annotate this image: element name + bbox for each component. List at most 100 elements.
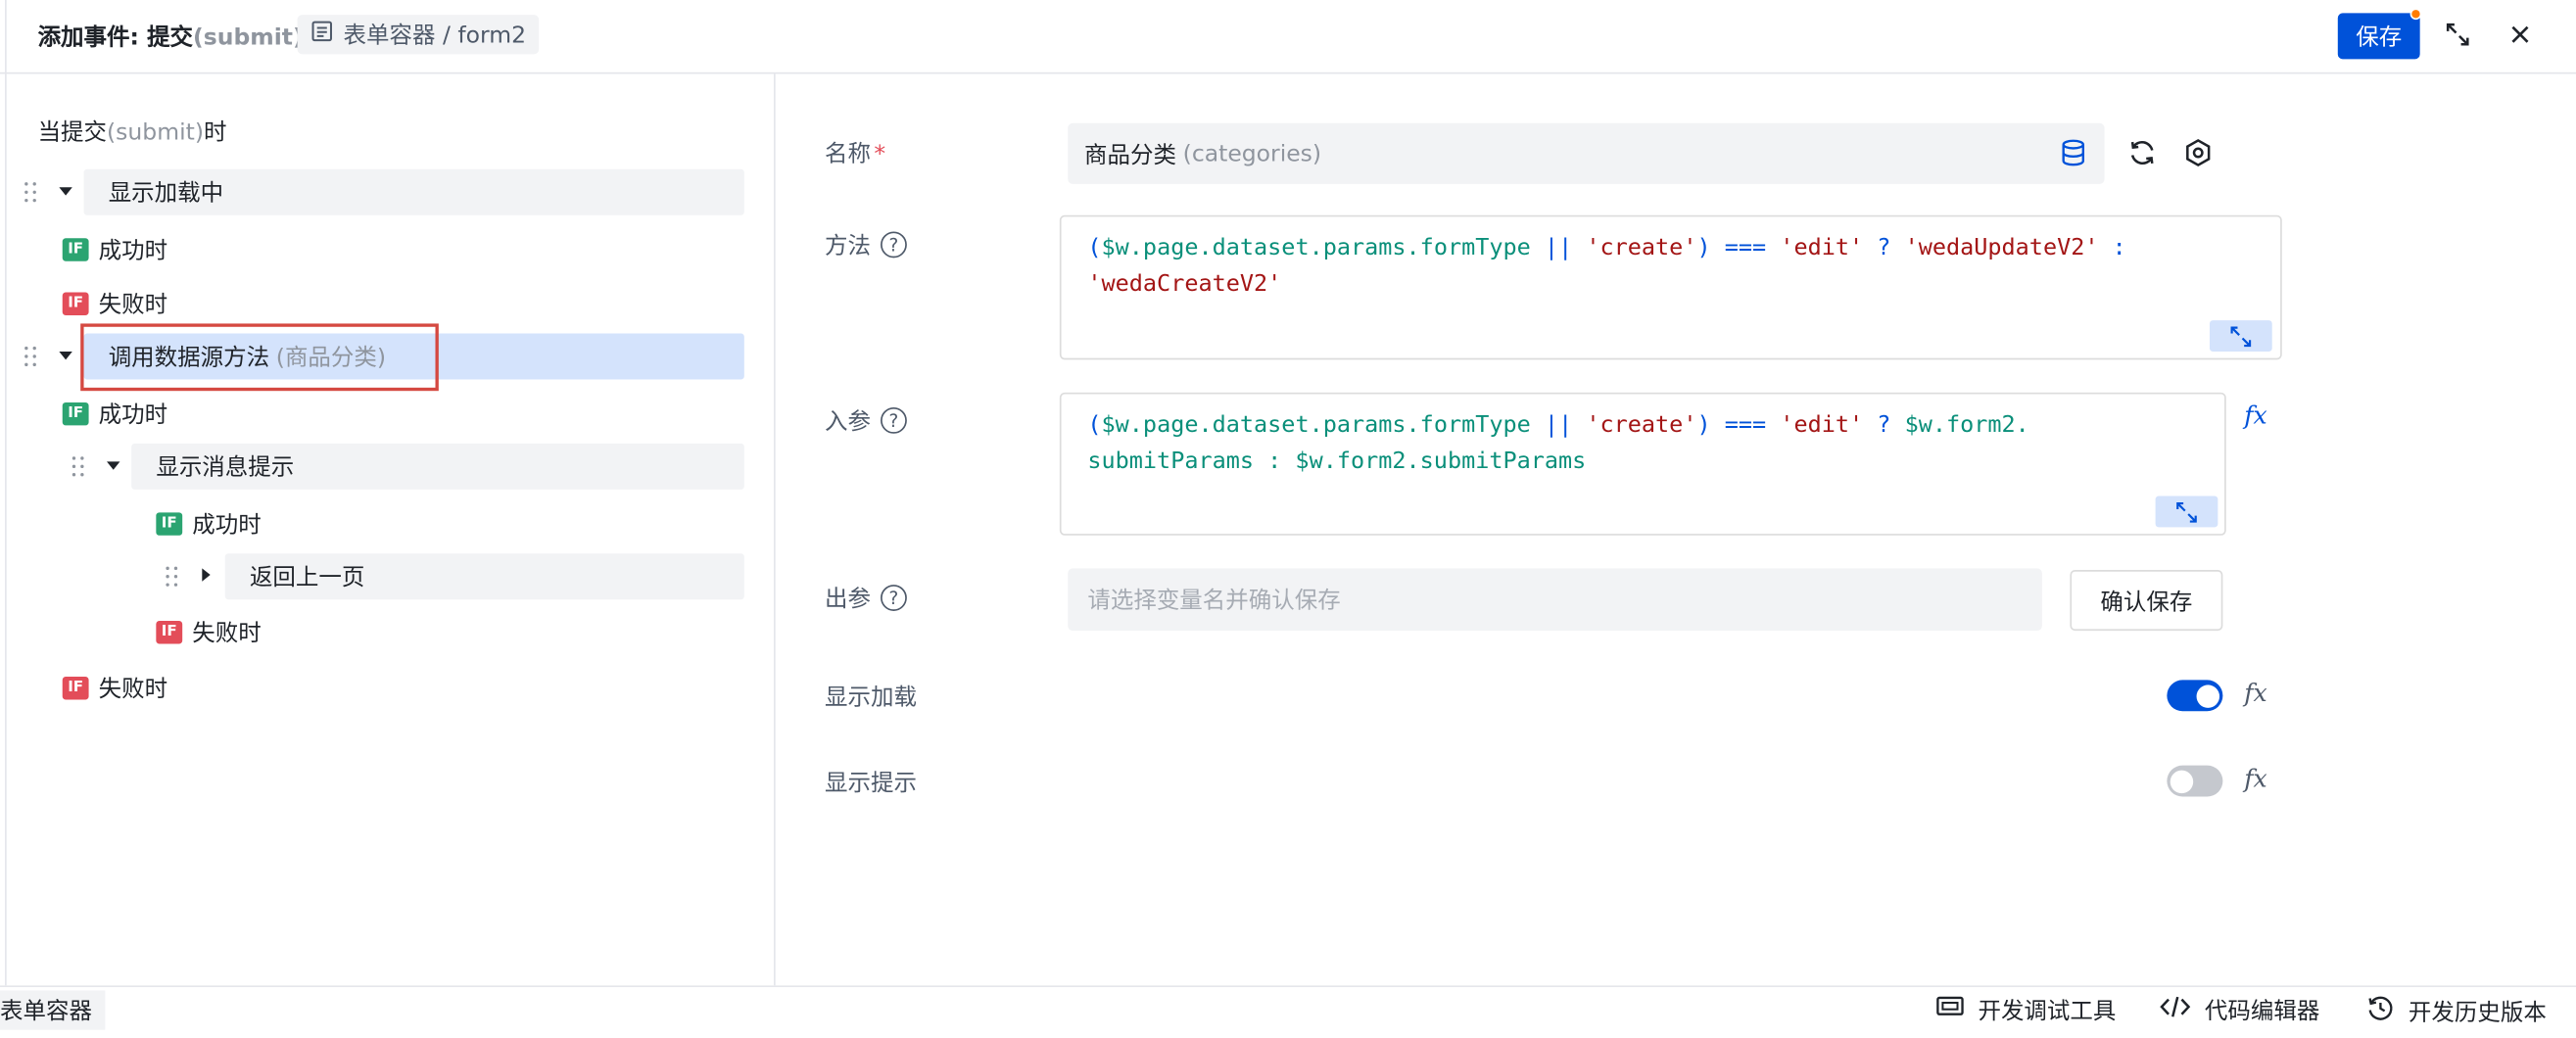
action-node-show-loading[interactable]: 显示加载中	[83, 168, 744, 215]
branch-success[interactable]: IF 成功时	[62, 398, 168, 431]
trigger-suffix: 时	[203, 119, 227, 147]
code-token: submitParams : $w.form2.submitParams	[1087, 448, 1587, 475]
help-icon[interactable]: ?	[881, 231, 907, 259]
drag-handle-icon[interactable]	[24, 346, 37, 369]
branch-label: 失败时	[192, 621, 262, 647]
datasource-name: 商品分类	[1084, 142, 1176, 168]
drag-handle-icon[interactable]	[166, 566, 178, 590]
show-tip-toggle[interactable]	[2167, 765, 2223, 797]
collapse-caret-icon[interactable]	[59, 187, 72, 196]
history-versions-label: 开发历史版本	[2408, 1000, 2547, 1027]
code-token: 'wedaUpdateV2'	[1904, 234, 2099, 261]
close-icon[interactable]	[2504, 18, 2537, 51]
settings-icon[interactable]	[2183, 138, 2213, 174]
datasource-id: (categories)	[1182, 140, 1322, 167]
branch-label: 成功时	[192, 512, 262, 540]
if-badge-success: IF	[62, 401, 89, 426]
collapse-caret-icon[interactable]	[107, 461, 120, 470]
action-node-show-message[interactable]: 显示消息提示	[131, 443, 744, 490]
dialog-title: 添加事件: 提交(submit)	[38, 20, 304, 53]
code-token: :	[2098, 234, 2126, 261]
name-label: 名称 *	[825, 136, 885, 169]
drag-handle-icon[interactable]	[72, 456, 85, 479]
database-icon[interactable]	[2059, 138, 2088, 174]
show-loading-label-text: 显示加载	[825, 684, 917, 712]
params-expression-editor[interactable]: ($w.page.dataset.params.formType || 'cre…	[1059, 392, 2226, 536]
show-loading-label: 显示加载	[825, 680, 917, 713]
fx-icon[interactable]: fx	[2244, 679, 2267, 708]
code-editor-label: 代码编辑器	[2204, 998, 2320, 1025]
if-badge-failure: IF	[156, 621, 183, 644]
footer-component-tab[interactable]: 表单容器	[0, 990, 106, 1030]
code-line: ($w.page.dataset.params.formType || 'cre…	[1087, 230, 2254, 266]
code-line: ($w.page.dataset.params.formType || 'cre…	[1087, 407, 2198, 444]
show-loading-toggle[interactable]	[2167, 680, 2223, 712]
name-label-text: 名称	[825, 141, 871, 168]
output-placeholder: 请选择变量名并确认保存	[1087, 588, 1341, 615]
code-token: $w.page.dataset.params.formType	[1101, 412, 1531, 439]
node-label: 返回上一页	[249, 564, 365, 591]
branch-label: 成功时	[98, 401, 168, 429]
output-variable-select[interactable]: 请选择变量名并确认保存	[1068, 568, 2042, 632]
code-token: 'create'	[1586, 412, 1697, 439]
branch-label: 成功时	[98, 238, 168, 265]
drag-handle-icon[interactable]	[24, 182, 37, 205]
if-badge-failure: IF	[62, 677, 89, 700]
output-label-text: 出参	[825, 586, 871, 613]
collapse-caret-icon[interactable]	[59, 351, 72, 360]
if-badge-success: IF	[156, 512, 183, 536]
breadcrumb-label: 表单容器 / form2	[343, 23, 527, 50]
code-token: ||	[1530, 234, 1587, 261]
help-icon[interactable]: ?	[881, 585, 907, 611]
branch-failure[interactable]: IF 失败时	[156, 616, 262, 649]
method-label: 方法 ?	[825, 228, 907, 261]
code-line: submitParams : $w.form2.submitParams	[1087, 444, 2198, 480]
params-label: 入参 ?	[825, 404, 907, 438]
fullscreen-icon[interactable]	[2441, 18, 2474, 51]
expand-caret-icon[interactable]	[202, 568, 211, 582]
code-token: (	[1087, 412, 1102, 439]
branch-success[interactable]: IF 成功时	[62, 233, 168, 266]
datasource-name-field[interactable]: 商品分类 (categories)	[1068, 122, 2105, 184]
required-mark: *	[874, 141, 886, 168]
fx-icon[interactable]: fx	[2244, 764, 2267, 793]
expand-editor-icon[interactable]	[2209, 320, 2272, 352]
trigger-label: 当提交(submit)时	[38, 115, 227, 148]
expand-editor-icon[interactable]	[2155, 495, 2218, 528]
confirm-save-button[interactable]: 确认保存	[2070, 570, 2223, 632]
branch-failure[interactable]: IF 失败时	[62, 672, 167, 705]
action-node-navigate-back[interactable]: 返回上一页	[224, 553, 744, 600]
monitor-icon	[1935, 994, 1965, 1027]
fx-icon[interactable]: fx	[2244, 401, 2267, 430]
toggle-knob	[2196, 684, 2220, 708]
code-token: 'wedaCreateV2'	[1087, 270, 1282, 298]
code-icon	[2159, 994, 2192, 1027]
code-editor-button[interactable]: 代码编辑器	[2159, 994, 2319, 1027]
branch-label: 失败时	[98, 292, 168, 319]
method-expression-editor[interactable]: ($w.page.dataset.params.formType || 'cre…	[1059, 214, 2282, 360]
trigger-event: (submit)	[107, 119, 204, 147]
if-badge-failure: IF	[62, 292, 89, 316]
code-token: ) ===	[1696, 234, 1781, 261]
save-button[interactable]: 保存	[2337, 13, 2420, 60]
params-label-text: 入参	[825, 408, 871, 436]
unsaved-dot	[2409, 8, 2422, 21]
debug-tools-label: 开发调试工具	[1978, 998, 2117, 1025]
code-token: ||	[1530, 412, 1587, 439]
node-label: 显示消息提示	[156, 454, 295, 482]
output-label: 出参 ?	[825, 582, 907, 615]
code-token: 'edit'	[1780, 412, 1864, 439]
if-badge-success: IF	[62, 238, 89, 261]
breadcrumb[interactable]: 表单容器 / form2	[297, 15, 540, 55]
code-token: $w.form2.	[1904, 412, 2029, 439]
code-token: (	[1087, 234, 1102, 261]
branch-success[interactable]: IF 成功时	[156, 507, 262, 541]
help-icon[interactable]: ?	[881, 406, 907, 434]
code-token: ?	[1863, 234, 1905, 261]
refresh-icon[interactable]	[2127, 138, 2157, 174]
selection-highlight	[80, 323, 439, 392]
debug-tools-button[interactable]: 开发调试工具	[1935, 994, 2117, 1027]
branch-failure[interactable]: IF 失败时	[62, 288, 168, 321]
history-versions-button[interactable]: 开发历史版本	[2365, 994, 2547, 1030]
form-icon	[310, 20, 333, 49]
